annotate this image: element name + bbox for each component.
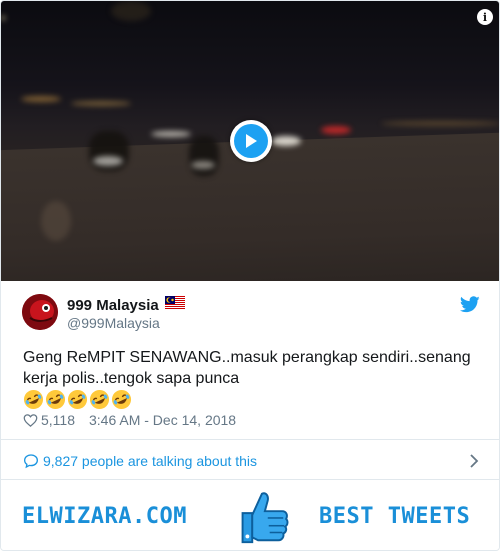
conversation-count[interactable]: 9,827 people are talking about this	[43, 453, 257, 469]
emoji-row	[23, 389, 132, 410]
video-frame-light	[381, 121, 499, 126]
video-frame-rider	[189, 136, 219, 176]
conversation-link[interactable]: 9,827 people are talking about this	[23, 451, 479, 471]
embedded-tweet-card: i 999 Malaysia @999Malaysia Geng ReMPIT …	[0, 0, 500, 551]
rolling-on-the-floor-laughing-emoji	[89, 389, 110, 410]
speech-bubble-icon	[23, 454, 39, 469]
rolling-on-the-floor-laughing-emoji	[23, 389, 44, 410]
video-frame-rider	[191, 161, 215, 169]
heart-icon[interactable]	[23, 413, 38, 428]
video-frame-light	[71, 101, 131, 106]
thumbs-up-icon	[241, 492, 289, 544]
author-handle[interactable]: @999Malaysia	[67, 315, 160, 331]
chevron-right-icon[interactable]	[469, 453, 479, 469]
banner-tagline: BEST TWEETS	[319, 504, 471, 529]
play-icon	[234, 124, 268, 158]
video-frame-light	[321, 126, 351, 134]
author-name-row[interactable]: 999 Malaysia	[67, 296, 185, 315]
rolling-on-the-floor-laughing-emoji	[45, 389, 66, 410]
avatar[interactable]	[22, 294, 58, 330]
twitter-bird-icon[interactable]	[460, 296, 480, 313]
video-frame-light	[1, 16, 5, 20]
info-icon[interactable]: i	[477, 9, 493, 25]
tweet-timestamp[interactable]: 3:46 AM - Dec 14, 2018	[89, 412, 236, 428]
site-brand[interactable]: ELWIZARA.COM	[22, 504, 187, 529]
video-frame-light	[151, 131, 191, 137]
video-frame-light	[111, 1, 151, 21]
like-count[interactable]: 5,118	[41, 412, 75, 428]
tweet-meta: 5,118 3:46 AM - Dec 14, 2018	[23, 412, 236, 428]
video-frame-road-marking	[41, 201, 71, 241]
play-button[interactable]	[230, 120, 272, 162]
divider	[1, 479, 499, 480]
divider	[1, 439, 499, 440]
author-name[interactable]: 999 Malaysia	[67, 297, 159, 314]
tweet-text: Geng ReMPIT SENAWANG..masuk perangkap se…	[23, 349, 471, 387]
video-frame-light	[271, 136, 301, 146]
video-frame-rider	[93, 156, 123, 166]
video-player[interactable]: i	[1, 1, 499, 281]
rolling-on-the-floor-laughing-emoji	[67, 389, 88, 410]
promo-banner: ELWIZARA.COM BEST TWEETS	[1, 482, 499, 550]
video-frame-light	[21, 96, 61, 102]
malaysia-flag-icon	[164, 296, 185, 315]
rolling-on-the-floor-laughing-emoji	[111, 389, 132, 410]
